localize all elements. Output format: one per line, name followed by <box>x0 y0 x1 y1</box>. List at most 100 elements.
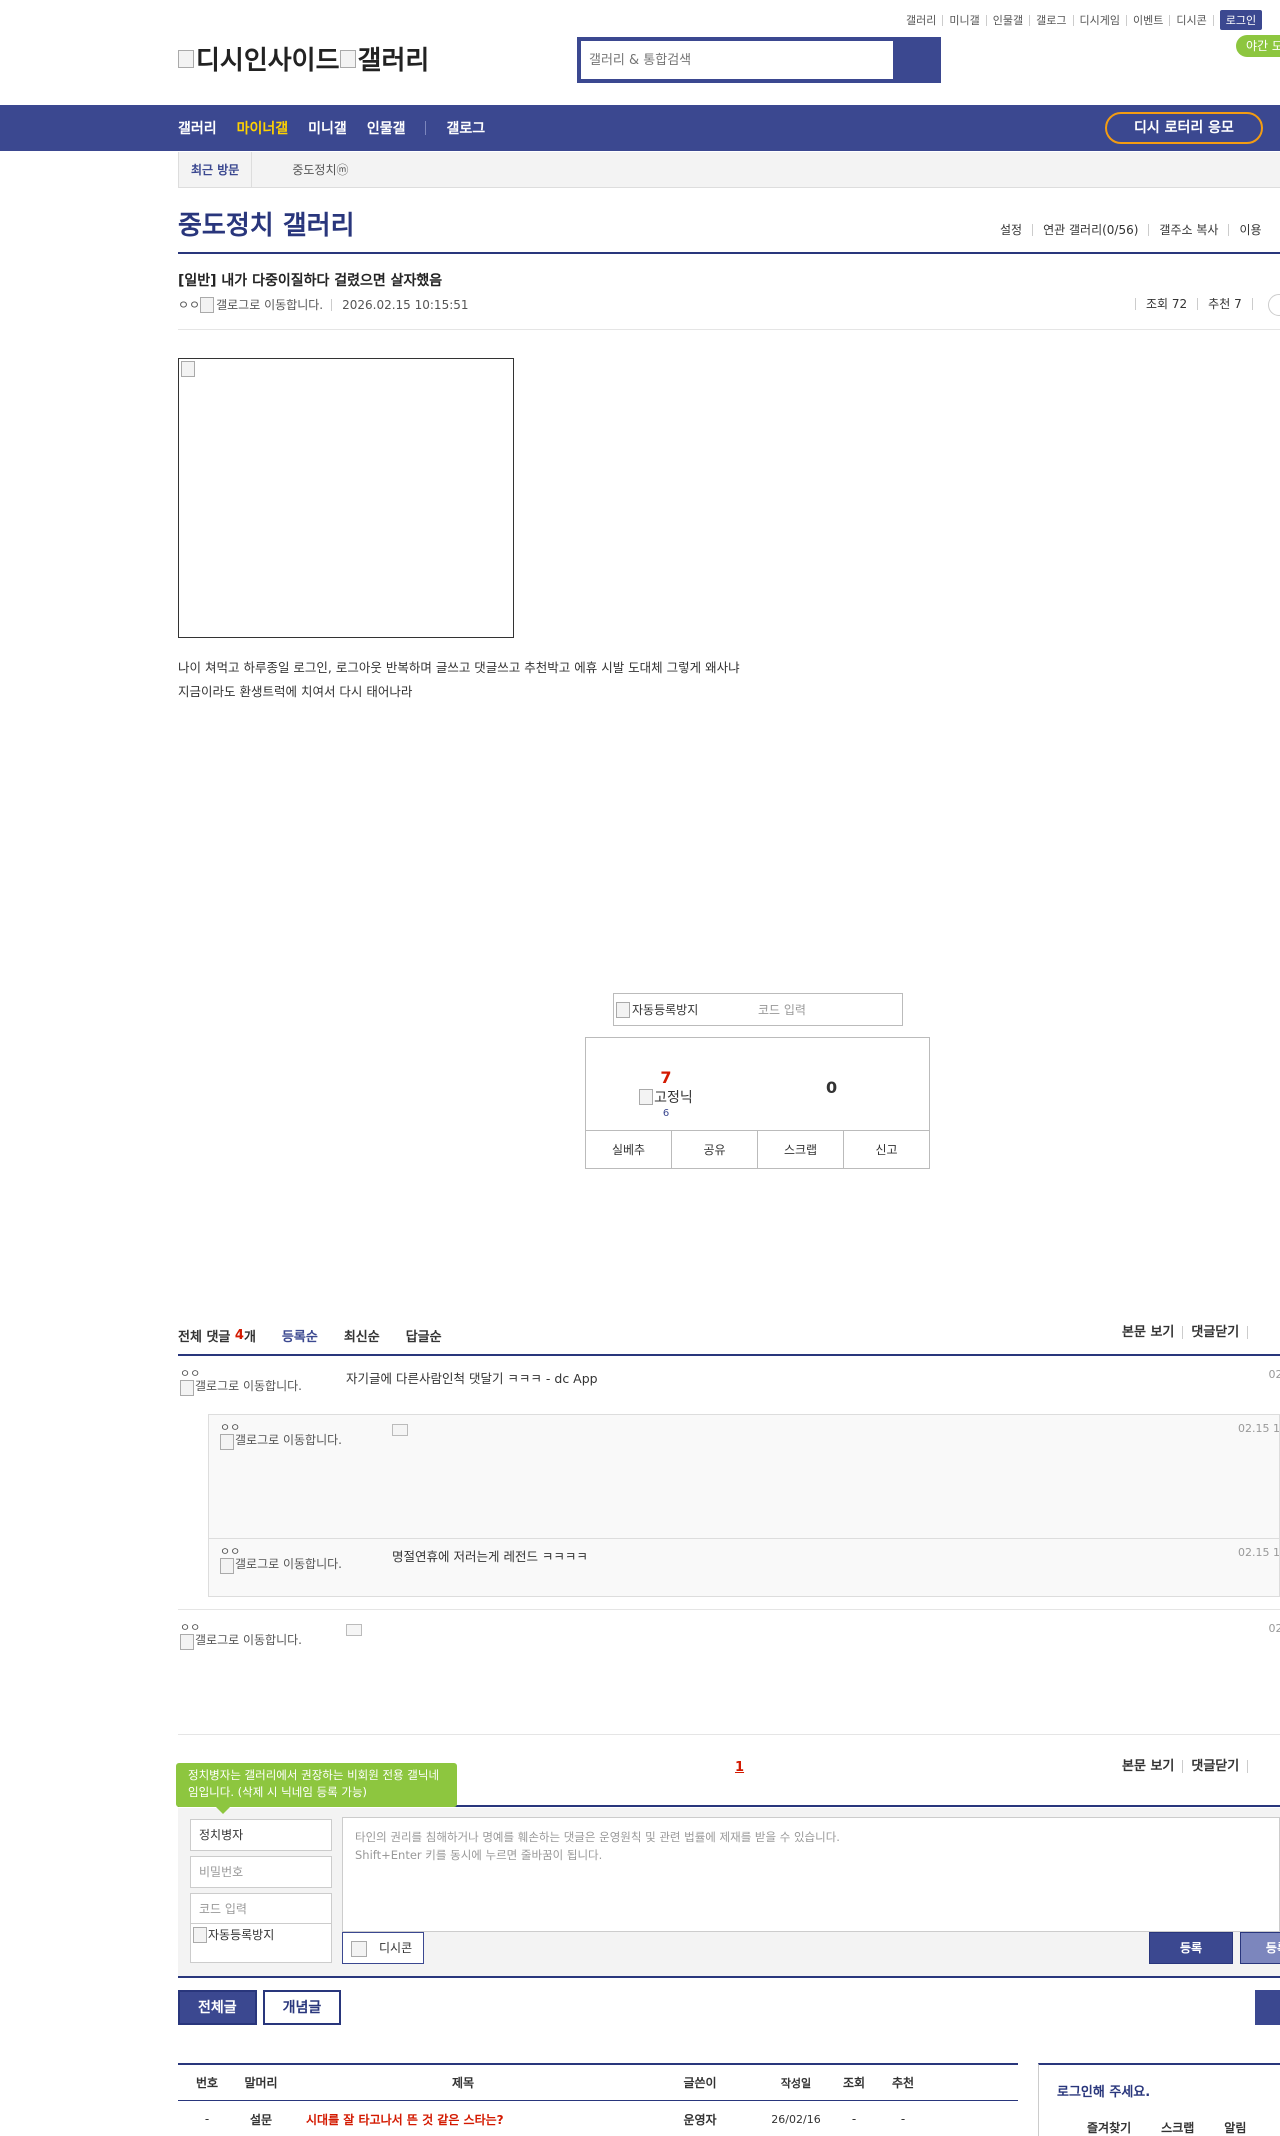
search-bar <box>577 37 941 83</box>
util-link-dccon[interactable]: 디시콘 <box>1170 14 1214 26</box>
reply-nick[interactable]: ㅇㅇ 갤로그로 이동합니다. <box>220 1546 370 1574</box>
dccon-image[interactable] <box>346 1624 362 1636</box>
login-button[interactable]: 로그인 <box>1219 10 1263 30</box>
all-posts-button[interactable]: 전체글 <box>178 1990 257 2025</box>
dccon-image[interactable] <box>392 1424 408 1436</box>
dccon-button[interactable]: 디시콘 <box>342 1932 424 1964</box>
comment-text: 자기글에 다른사람인척 댓달기 ㅋㅋㅋ - dc App <box>346 1371 598 1386</box>
recommend-captcha: 자동등록방지 코드 입력 <box>613 993 903 1026</box>
login-prompt[interactable]: 로그인해 주세요. <box>1057 2081 1150 2100</box>
gallery-menu: 설정 연관 갤러리(0/56) 갤주소 복사 이용 <box>990 224 1272 236</box>
recent-item[interactable]: 중도정치ⓜ <box>252 161 348 178</box>
nick-tooltip: 정치병자는 갤러리에서 권장하는 비회원 전용 갤닉네임입니다. (삭제 시 닉… <box>176 1763 457 1814</box>
util-link-game[interactable]: 디시게임 <box>1074 14 1127 26</box>
post-body: 나이 쳐먹고 하루종일 로그인, 로그아웃 반복하며 글쓰고 댓글쓰고 추천박고… <box>178 656 740 704</box>
util-link-minigall[interactable]: 미니갤 <box>943 14 987 26</box>
down-count[interactable]: 0 <box>826 1078 837 1097</box>
util-link-gallog[interactable]: 갤로그 <box>1030 14 1074 26</box>
post-image[interactable] <box>178 358 514 638</box>
table-row[interactable]: - 설문 시대를 잘 타고나서 뜬 것 같은 스타는? 운영자 26/02/16… <box>178 2101 1018 2136</box>
row-title[interactable]: 시대를 잘 타고나서 뜬 것 같은 스타는? <box>286 2111 640 2128</box>
util-link-event[interactable]: 이벤트 <box>1127 14 1171 26</box>
recommend-box: 7 고정닉 6 0 실베추 공유 스크랩 신고 <box>585 1037 930 1169</box>
nav-gallog[interactable]: 갤로그 <box>446 118 485 138</box>
site-logo[interactable]: 디시인사이드 갤러리 <box>178 40 429 77</box>
row-writer[interactable]: 운영자 <box>640 2111 760 2128</box>
comment-page-1[interactable]: 1 <box>735 1760 744 1775</box>
title-divider <box>178 252 1280 254</box>
password-field[interactable]: 비밀번호 <box>190 1856 332 1888</box>
footer-edge <box>1247 1760 1264 1773</box>
nav-person-gallery[interactable]: 인물갤 <box>367 118 406 138</box>
post-title: [일반] 내가 다중이질하다 걸렸으면 살자했음 <box>178 273 443 289</box>
usage-link[interactable]: 이용 <box>1228 224 1271 236</box>
comment-gallog-icon[interactable]: 갤로그로 이동합니다. <box>180 1380 330 1396</box>
view-body-link[interactable]: 본문 보기 <box>1122 1326 1182 1339</box>
close-comments-link[interactable]: 댓글닫기 <box>1182 1326 1247 1339</box>
comment-item: ㅇㅇ 갤로그로 이동합니다. 자기글에 다른사람인척 댓달기 ㅋㅋㅋ - dc … <box>178 1360 1280 1410</box>
view-body-link[interactable]: 본문 보기 <box>1122 1760 1182 1773</box>
comment-write-area: 정치병자 비밀번호 코드 입력 자동등록방지 타인의 권리를 침해하거나 명예를… <box>178 1808 1280 1976</box>
search-button[interactable] <box>893 41 937 79</box>
util-link-gallery[interactable]: 갤러리 <box>900 14 944 26</box>
comment-gallog-icon[interactable]: 갤로그로 이동합니다. <box>180 1634 330 1650</box>
nav-gallery[interactable]: 갤러리 <box>178 118 217 138</box>
write-captcha-input[interactable]: 코드 입력 <box>191 1894 331 1924</box>
comment-nick[interactable]: ㅇㅇ 갤로그로 이동합니다. <box>180 1622 330 1650</box>
col-number: 번호 <box>195 2076 219 2090</box>
reply-item: ㅇㅇ 갤로그로 이동합니다. 02.15 1 <box>218 1414 1280 1534</box>
search-input[interactable] <box>581 41 893 79</box>
submit-plus-button[interactable]: 등록+ <box>1240 1932 1280 1964</box>
write-post-button[interactable] <box>1255 1990 1280 2025</box>
reply-gallog-icon[interactable]: 갤로그로 이동합니다. <box>220 1434 370 1450</box>
row-number: - <box>204 2112 210 2126</box>
scrap-link[interactable]: 스크랩 <box>1161 2119 1194 2136</box>
comments-unit: 개 <box>243 1330 256 1345</box>
comments-count: 4 <box>234 1328 244 1343</box>
favorites-link[interactable]: 즐겨찾기 <box>1087 2119 1131 2136</box>
sort-latest[interactable]: 최신순 <box>344 1326 380 1345</box>
row-views: - <box>851 2112 857 2126</box>
reply-nick[interactable]: ㅇㅇ 갤로그로 이동합니다. <box>220 1422 370 1450</box>
gallery-title[interactable]: 중도정치 갤러리 <box>178 205 355 242</box>
sort-registered[interactable]: 등록순 <box>282 1326 318 1345</box>
captcha-input[interactable]: 코드 입력 <box>744 1001 806 1018</box>
nav-mini-gallery[interactable]: 미니갤 <box>308 118 347 138</box>
gallery-settings-link[interactable]: 설정 <box>990 224 1032 236</box>
copy-address-link[interactable]: 갤주소 복사 <box>1148 224 1228 236</box>
comment-divider <box>178 1609 1280 1610</box>
global-nav: 갤러리 마이너갤 미니갤 인물갤 갤로그 디시 로터리 응모 <box>0 105 1280 151</box>
row-date: 26/02/16 <box>771 2112 821 2126</box>
gallog-icon[interactable]: 갤로그로 이동합니다. <box>200 296 323 313</box>
lottery-button[interactable]: 디시 로터리 응모 <box>1105 112 1263 144</box>
more-icon[interactable] <box>1268 294 1280 316</box>
recommend-up-button[interactable]: 7 고정닉 6 <box>626 1068 706 1119</box>
submit-button[interactable]: 등록 <box>1149 1932 1233 1964</box>
post-body-line: 나이 쳐먹고 하루종일 로그인, 로그아웃 반복하며 글쓰고 댓글쓰고 추천박고… <box>178 660 740 675</box>
comment-nick[interactable]: ㅇㅇ 갤로그로 이동합니다. <box>180 1368 330 1396</box>
col-views: 조회 <box>842 2076 866 2090</box>
nav-minor-gallery[interactable]: 마이너갤 <box>237 118 289 138</box>
recent-title[interactable]: 최근 방문 <box>179 151 253 188</box>
recommend-count: 추천 7 <box>1197 298 1252 310</box>
silbe-button[interactable]: 실베추 <box>586 1131 672 1168</box>
scrap-button[interactable]: 스크랩 <box>758 1131 844 1168</box>
reply-gallog-icon[interactable]: 갤로그로 이동합니다. <box>220 1558 370 1574</box>
util-link-person[interactable]: 인물갤 <box>987 14 1031 26</box>
comment-textarea[interactable]: 타인의 권리를 침해하거나 명예를 훼손하는 댓글은 운영원칙 및 관련 법률에… <box>342 1817 1280 1932</box>
close-comments-link[interactable]: 댓글닫기 <box>1182 1760 1247 1773</box>
nick-field[interactable]: 정치병자 <box>190 1819 332 1851</box>
concept-posts-button[interactable]: 개념글 <box>262 1990 342 2025</box>
reply-text: 명절연휴에 저러는게 레전드 ㅋㅋㅋㅋ <box>392 1549 588 1564</box>
report-button[interactable]: 신고 <box>844 1131 929 1168</box>
writer-nick[interactable]: ㅇㅇ <box>178 296 200 313</box>
col-date: 작성일 <box>780 2076 812 2090</box>
share-button[interactable]: 공유 <box>672 1131 758 1168</box>
related-gallery-link[interactable]: 연관 갤러리(0/56) <box>1032 224 1148 236</box>
write-bottom-divider <box>178 1976 1280 1978</box>
sort-replies[interactable]: 답글순 <box>406 1326 442 1345</box>
night-mode-toggle[interactable]: 야간 모드 <box>1236 35 1280 57</box>
comments-divider <box>178 1354 1280 1356</box>
reply-time: 02.15 1 <box>1238 1546 1280 1559</box>
notification-link[interactable]: 알림 <box>1224 2119 1246 2136</box>
